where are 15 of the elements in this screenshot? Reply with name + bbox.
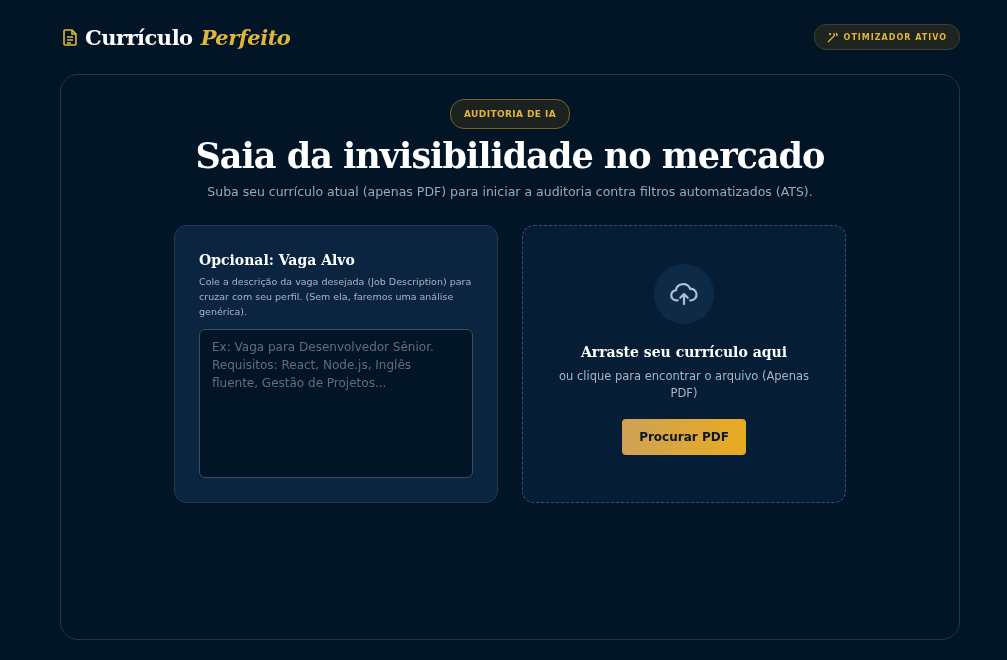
section-badge: AUDITORIA DE IA bbox=[449, 99, 571, 129]
upload-hint: ou clique para encontrar o arquivo (Apenas PDF) bbox=[557, 368, 811, 402]
job-description-field[interactable]: Ex: Vaga para Desenvolvedor Sênior. Requisitos: React, Node.js, Inglês fluente, Gestão de Projetos... bbox=[199, 329, 473, 478]
document-icon bbox=[63, 28, 77, 46]
brand-accent: Perfeito bbox=[200, 24, 291, 50]
job-description: Cole a descrição da vaga desejada (Job Description) para cruzar com seu perfil. (Sem ela, faremos uma análise genérica). bbox=[199, 275, 473, 319]
magic-wand-icon bbox=[826, 31, 838, 43]
upload-title: Arraste seu currículo aqui bbox=[581, 344, 787, 360]
status-label: OTIMIZADOR ATIVO bbox=[843, 32, 947, 42]
upload-dropzone[interactable]: Arraste seu currículo aqui ou clique para encontrar o arquivo (Apenas PDF) Procurar PDF bbox=[522, 225, 846, 503]
job-title: Opcional: Vaga Alvo bbox=[199, 252, 356, 268]
hero-subtitle: Suba seu currículo atual (apenas PDF) para iniciar a auditoria contra filtros automatizados (ATS). bbox=[207, 184, 813, 199]
browse-pdf-button[interactable]: Procurar PDF bbox=[622, 419, 746, 455]
hero-title: Saia da invisibilidade no mercado bbox=[195, 135, 825, 176]
brand-name: Currículo bbox=[85, 24, 193, 50]
